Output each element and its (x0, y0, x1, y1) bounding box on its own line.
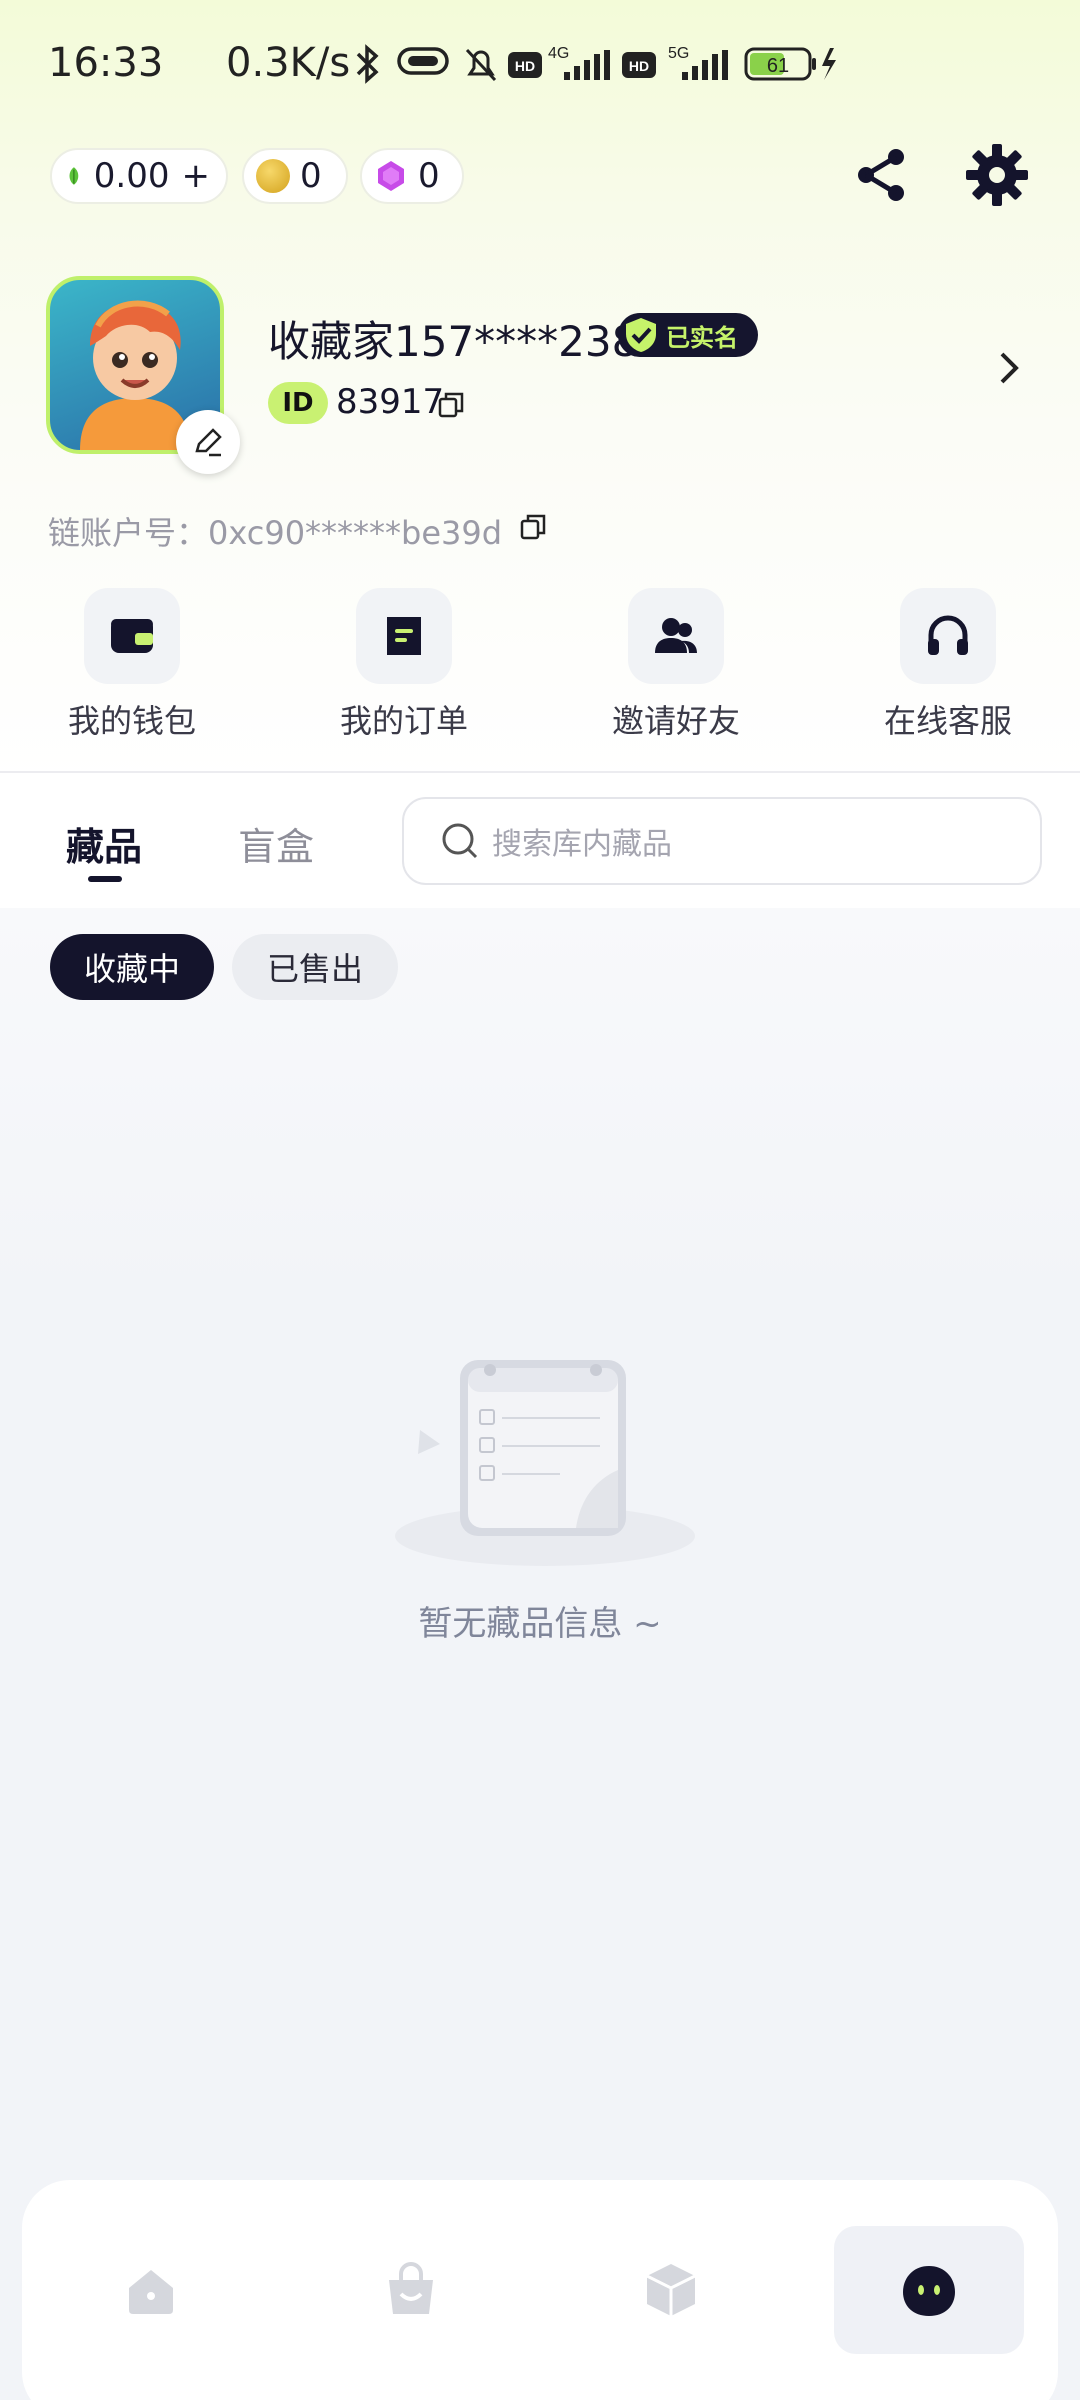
verified-label: 已实名 (666, 323, 738, 352)
status-time: 16:33 (48, 40, 164, 86)
my-orders-button[interactable]: 我的订单 (314, 588, 494, 740)
filter-collecting[interactable]: 收藏中 (50, 934, 214, 1000)
online-service-label: 在线客服 (883, 702, 1012, 740)
network-type-4g: 4G (548, 45, 569, 62)
my-orders-label: 我的订单 (339, 702, 468, 740)
section-divider (0, 771, 1080, 773)
shield-check-icon (626, 318, 656, 352)
leaf-token-icon (69, 167, 79, 185)
signal-4g-icon: HD 4G (508, 45, 610, 80)
green-balance-pill[interactable]: 0.00 + (50, 148, 228, 204)
tab-blind-box[interactable]: 盲盒 (238, 816, 314, 871)
wallet-icon (111, 619, 153, 653)
chevron-right-icon[interactable] (996, 348, 1024, 388)
id-badge: ID (268, 382, 328, 424)
active-tab-indicator (88, 876, 122, 882)
invite-friends-button[interactable]: 邀请好友 (586, 588, 766, 740)
box-icon (646, 2264, 696, 2316)
invite-friends-label: 邀请好友 (611, 702, 740, 740)
hd-label-1: HD (515, 58, 535, 74)
nav-box[interactable] (576, 2226, 766, 2354)
copy-chain-account-icon[interactable] (518, 512, 548, 542)
nav-home[interactable] (56, 2226, 246, 2354)
settings-gear-icon[interactable] (964, 142, 1030, 208)
my-wallet-label: 我的钱包 (67, 702, 196, 740)
tab-collections[interactable]: 藏品 (66, 816, 142, 871)
home-icon (129, 2270, 173, 2314)
battery-icon: 61 (744, 47, 836, 81)
nav-market[interactable] (316, 2226, 506, 2354)
search-placeholder: 搜索库内藏品 (492, 827, 672, 862)
search-icon (442, 823, 478, 859)
gem-balance-pill[interactable]: 0 (360, 148, 464, 204)
user-id-value: 83917 (336, 382, 445, 422)
username: 收藏家157****2385 (268, 317, 666, 366)
filter-sold[interactable]: 已售出 (232, 934, 398, 1000)
profile-mascot-icon (903, 2266, 955, 2316)
online-service-button[interactable]: 在线客服 (858, 588, 1038, 740)
vibrate-icon (397, 47, 449, 75)
hd-label-2: HD (629, 58, 649, 74)
mute-bell-icon (465, 48, 497, 82)
shopping-bag-icon (389, 2262, 433, 2314)
share-icon[interactable] (852, 145, 912, 205)
signal-5g-icon: HD 5G (622, 45, 728, 80)
search-input[interactable]: 搜索库内藏品 (402, 797, 1042, 885)
green-balance-value: 0.00 (93, 156, 170, 196)
coin-balance-pill[interactable]: 0 (242, 148, 348, 204)
coin-balance-value: 0 (300, 156, 322, 196)
nav-profile[interactable] (834, 2226, 1024, 2354)
edit-avatar-button[interactable] (176, 410, 240, 474)
copy-id-icon[interactable] (436, 390, 466, 420)
pencil-icon (195, 428, 222, 457)
headset-icon (928, 615, 968, 655)
gold-coin-icon (256, 159, 290, 193)
network-type-5g: 5G (668, 45, 689, 62)
network-speed: 0.3K/s (226, 40, 351, 86)
empty-notebook-illustration (395, 1360, 695, 1566)
battery-level: 61 (767, 55, 789, 77)
bluetooth-icon (356, 44, 379, 84)
recharge-button[interactable]: + (182, 156, 211, 196)
invite-friends-icon (655, 618, 697, 653)
order-icon (387, 617, 421, 655)
my-wallet-button[interactable]: 我的钱包 (42, 588, 222, 740)
status-bar: 16:33 0.3K/s HD 4G HD 5G 61 (0, 30, 1080, 100)
chain-account: 链账户号：0xc90******be39d (48, 514, 503, 552)
gem-balance-value: 0 (418, 156, 440, 196)
purple-gem-icon (378, 161, 404, 191)
verified-badge: 已实名 (618, 313, 758, 357)
empty-state-text: 暂无藏品信息 ~ (418, 1604, 662, 1644)
